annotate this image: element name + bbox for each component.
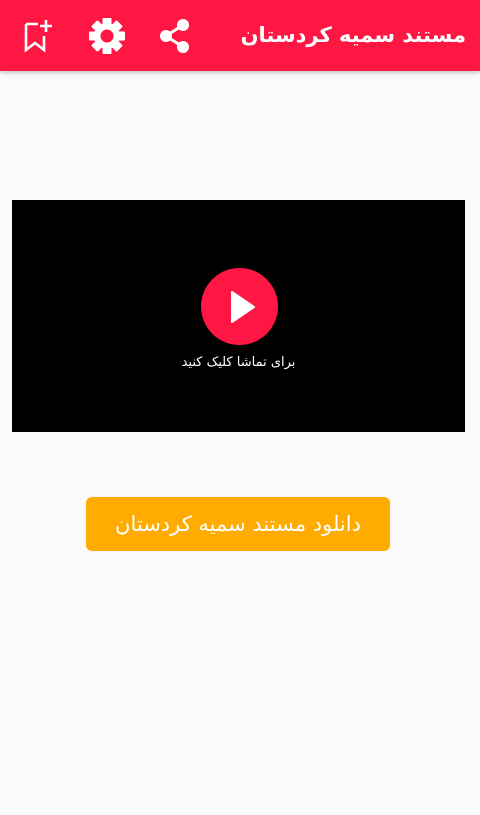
share-icon xyxy=(160,19,189,53)
download-button[interactable]: دانلود مستند سمیه کردستان xyxy=(86,497,390,551)
bookmark-add-icon xyxy=(24,20,52,53)
app-bar: مستند سمیه کردستان xyxy=(0,0,480,71)
play-button[interactable] xyxy=(201,268,278,345)
add-bookmark-button[interactable] xyxy=(11,8,67,64)
app-title: مستند سمیه کردستان xyxy=(240,23,466,47)
gear-icon xyxy=(89,18,125,54)
play-icon xyxy=(230,290,255,323)
video-player[interactable]: برای تماشا کلیک کنید xyxy=(12,200,465,432)
settings-button[interactable] xyxy=(79,8,135,64)
video-caption: برای تماشا کلیک کنید xyxy=(181,355,296,370)
share-button[interactable] xyxy=(147,8,203,64)
